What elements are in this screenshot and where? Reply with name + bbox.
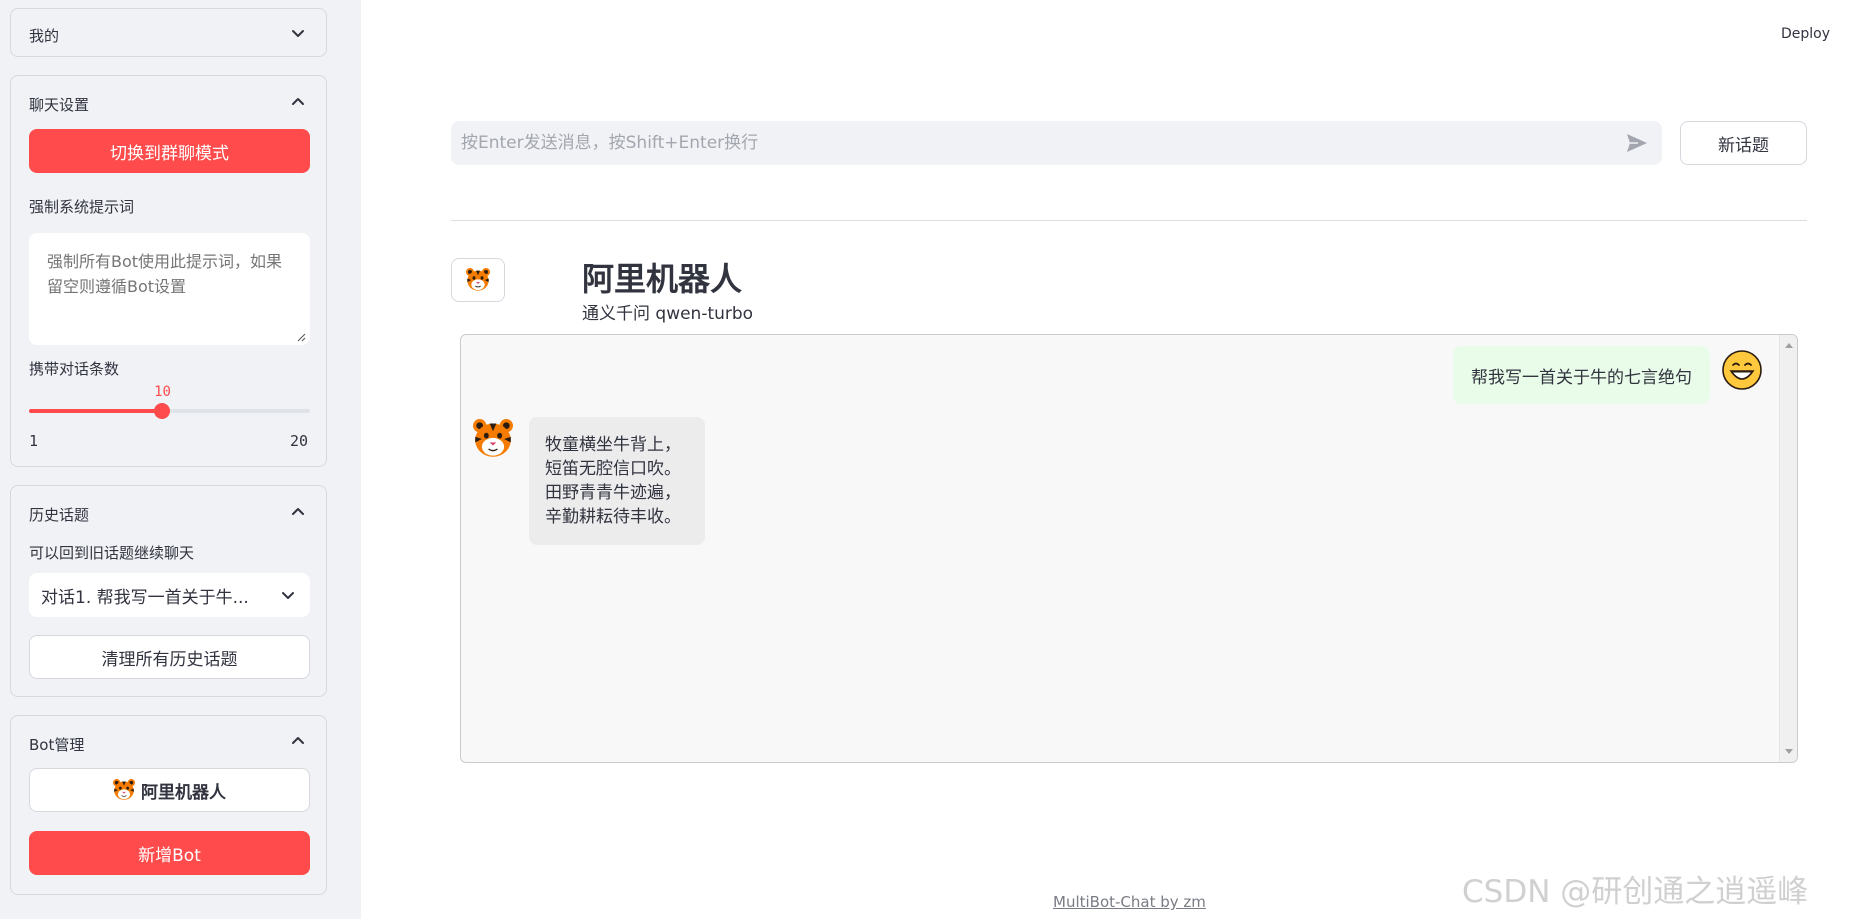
add-bot-button[interactable]: 新增Bot xyxy=(29,831,310,875)
bot-message-bubble: 牧童横坐牛背上， 短笛无腔信口吹。 田野青青牛迹遍， 辛勤耕耘待丰收。 xyxy=(529,417,705,545)
history-count-label: 携带对话条数 xyxy=(29,360,120,378)
history-topic-selected: 对话1. 帮我写一首关于牛... xyxy=(41,587,249,608)
expander-history: 历史话题 可以回到旧话题继续聊天 对话1. 帮我写一首关于牛... 清理所有历史… xyxy=(10,485,327,697)
chat-input[interactable] xyxy=(451,121,1662,165)
bot-message-line: 田野青青牛迹遍， xyxy=(545,483,681,503)
chat-scrollbar[interactable] xyxy=(1779,335,1797,762)
grinning-face-icon xyxy=(1722,350,1762,390)
resize-grip-icon[interactable] xyxy=(296,332,306,342)
system-prompt-label: 强制系统提示词 xyxy=(29,198,135,216)
chevron-down-icon[interactable] xyxy=(288,23,308,43)
bot-message-line: 短笛无腔信口吹。 xyxy=(545,459,681,479)
expander-bot-manage: Bot管理 阿里机器人 新增Bot xyxy=(10,715,327,895)
bot-message-line: 牧童横坐牛背上， xyxy=(545,435,681,455)
bot-select-button[interactable]: 阿里机器人 xyxy=(29,768,310,812)
watermark: CSDN @研创通之逍遥峰 xyxy=(1462,874,1809,910)
scroll-up-icon[interactable] xyxy=(1785,343,1793,348)
expander-mine[interactable]: 我的 xyxy=(10,8,327,57)
slider-thumb[interactable] xyxy=(154,403,171,419)
history-topic-select[interactable]: 对话1. 帮我写一首关于牛... xyxy=(29,573,310,617)
switch-group-chat-button[interactable]: 切换到群聊模式 xyxy=(29,129,310,173)
sidebar: 我的 聊天设置 切换到群聊模式 强制系统提示词 携带对话条数 10 xyxy=(0,0,361,919)
bot-model-caption: 通义千问 qwen-turbo xyxy=(582,304,754,324)
chevron-down-icon xyxy=(282,592,294,599)
send-icon[interactable] xyxy=(1625,132,1649,154)
slider-max-label: 20 xyxy=(289,432,308,450)
bot-message-line: 辛勤耕耘待丰收。 xyxy=(545,507,681,527)
expander-mine-title: 我的 xyxy=(29,27,60,45)
chevron-up-icon[interactable] xyxy=(288,502,308,522)
tiger-icon xyxy=(473,419,513,458)
slider-min-label: 1 xyxy=(29,432,39,450)
bot-avatar-button[interactable] xyxy=(451,258,505,302)
expander-chat-settings: 聊天设置 切换到群聊模式 强制系统提示词 携带对话条数 10 1 20 xyxy=(10,75,327,467)
user-message-text: 帮我写一首关于牛的七言绝句 xyxy=(1471,367,1692,388)
history-hint-label: 可以回到旧话题继续聊天 xyxy=(29,544,195,562)
new-topic-button[interactable]: 新话题 xyxy=(1680,121,1807,165)
tiger-icon xyxy=(113,779,135,801)
system-prompt-textarea[interactable] xyxy=(29,233,310,345)
deploy-button[interactable]: Deploy xyxy=(1781,26,1830,42)
expander-chat-settings-title: 聊天设置 xyxy=(29,96,90,114)
expander-history-header[interactable]: 历史话题 xyxy=(11,486,326,534)
bot-select-label: 阿里机器人 xyxy=(141,782,226,803)
expander-chat-settings-header[interactable]: 聊天设置 xyxy=(11,76,326,124)
chevron-up-icon[interactable] xyxy=(288,731,308,751)
user-message-bubble: 帮我写一首关于牛的七言绝句 xyxy=(1453,346,1710,404)
slider-current-value: 10 xyxy=(154,384,171,400)
divider xyxy=(451,220,1807,221)
expander-mine-header[interactable]: 我的 xyxy=(11,9,326,57)
expander-bot-manage-header[interactable]: Bot管理 xyxy=(11,716,326,764)
footer-link[interactable]: MultiBot-Chat by zm xyxy=(1053,893,1206,911)
slider-fill xyxy=(29,409,163,413)
scroll-down-icon[interactable] xyxy=(1785,749,1793,754)
expander-bot-manage-title: Bot管理 xyxy=(29,736,85,754)
bot-name-heading: 阿里机器人 xyxy=(582,260,743,298)
history-count-slider[interactable] xyxy=(29,403,310,419)
chat-history-box: 帮我写一首关于牛的七言绝句 牧童横坐牛背上， 短笛无腔信口吹。 田野青青牛迹遍，… xyxy=(460,334,1798,763)
expander-history-title: 历史话题 xyxy=(29,506,90,524)
clear-history-button[interactable]: 清理所有历史话题 xyxy=(29,635,310,679)
tiger-icon xyxy=(466,268,490,292)
chevron-up-icon[interactable] xyxy=(288,92,308,112)
